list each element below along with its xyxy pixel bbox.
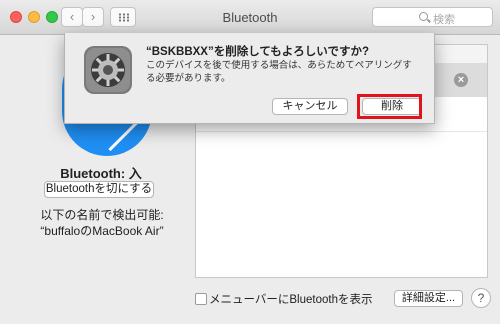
show-in-menubar-label: メニューバーにBluetoothを表示	[209, 294, 373, 306]
show-in-menubar-checkbox[interactable]	[195, 293, 207, 305]
dialog-title: “BSKBBXX”を削除してもよろしいですか?	[146, 46, 369, 58]
advanced-button[interactable]: 詳細設定...	[394, 290, 463, 307]
title-bar: ‹ › Bluetooth 検索	[0, 0, 500, 35]
cancel-button[interactable]: キャンセル	[272, 98, 348, 115]
help-button[interactable]: ?	[471, 288, 491, 308]
delete-button-highlight	[357, 94, 422, 119]
remove-device-icon[interactable]: ×	[454, 73, 468, 87]
discoverable-label: 以下の名前で検出可能:	[40, 208, 164, 222]
search-placeholder: 検索	[433, 14, 455, 26]
search-field[interactable]: 検索	[372, 7, 493, 27]
system-preferences-gear-icon	[84, 46, 132, 94]
dialog-message: このデバイスを後で使用する場合は、あらためてペアリングする必要があります。	[146, 60, 412, 84]
bluetooth-preferences-window: ‹ › Bluetooth 検索 Bluetooth: 入 Bluetoothを…	[0, 0, 500, 324]
turn-bluetooth-off-button[interactable]: Bluetoothを切にする	[44, 181, 154, 198]
computer-name-label: “buffaloのMacBook Air”	[40, 224, 164, 238]
bluetooth-state-label: Bluetooth: 入	[60, 166, 142, 181]
search-icon	[419, 12, 428, 21]
